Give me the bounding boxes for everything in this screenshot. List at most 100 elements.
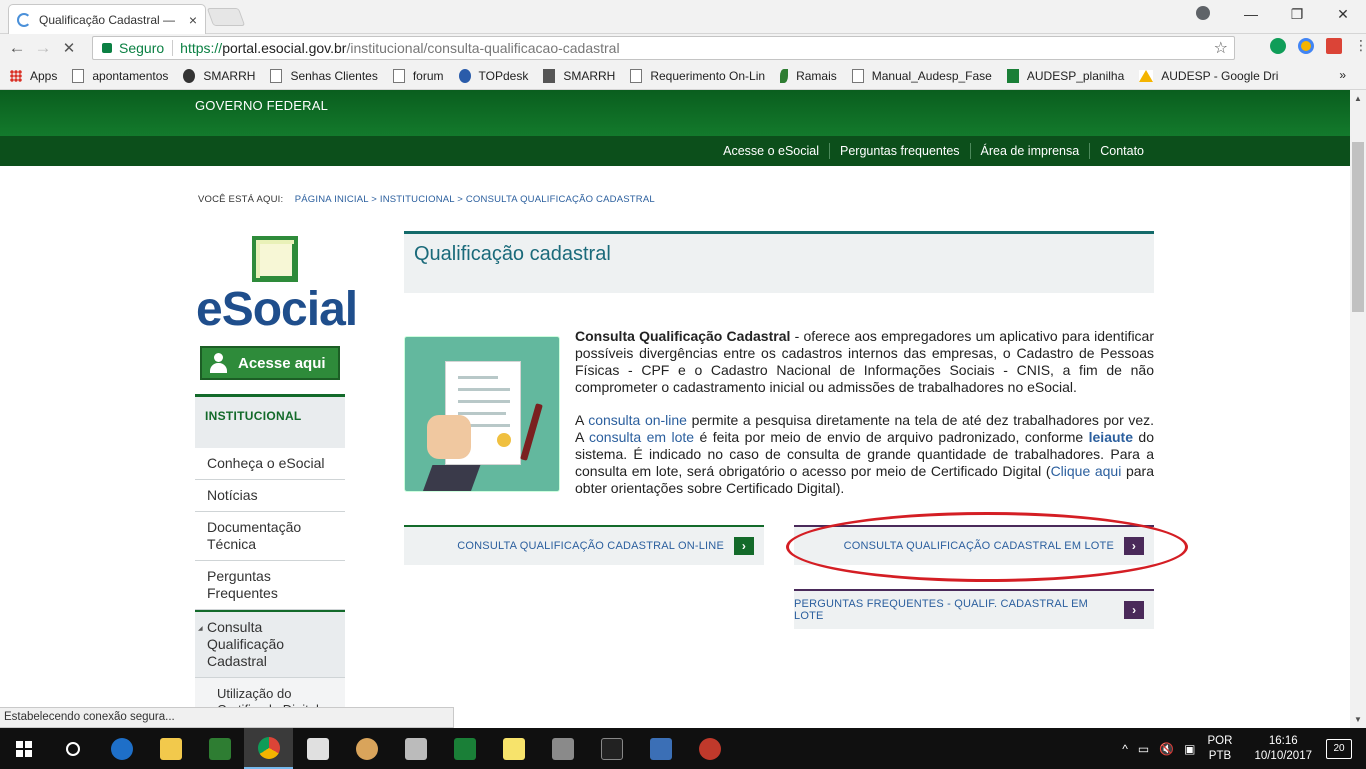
forward-button[interactable]: → bbox=[30, 38, 56, 58]
bookmark-label: Ramais bbox=[796, 68, 837, 83]
url-scheme: https:// bbox=[180, 40, 223, 56]
lang-line-1: POR bbox=[1207, 734, 1233, 747]
bookmark-item[interactable]: Requerimento On-Lin bbox=[630, 68, 766, 83]
nav-acesse-esocial[interactable]: Acesse o eSocial bbox=[713, 143, 829, 159]
tab-bar: Qualificação Cadastral — × — ❐ ✕ bbox=[0, 0, 1366, 34]
taskbar-search[interactable] bbox=[48, 728, 97, 769]
link-consulta-online[interactable]: consulta on-line bbox=[588, 412, 687, 428]
clock[interactable]: 16:16 10/10/2017 bbox=[1254, 734, 1312, 764]
notepad-icon bbox=[306, 737, 329, 760]
sidebar-item-noticias[interactable]: Notícias bbox=[195, 480, 345, 512]
extension-compass-icon[interactable] bbox=[1298, 38, 1314, 54]
battery-icon[interactable]: ▭ bbox=[1138, 742, 1149, 756]
bookmark-item[interactable]: Manual_Audesp_Fase bbox=[851, 68, 992, 83]
network-tray-icon[interactable]: ▣ bbox=[1184, 742, 1195, 756]
stop-loading-button[interactable]: ✕ bbox=[56, 39, 82, 57]
sidebar-item-perguntas[interactable]: Perguntas Frequentes bbox=[195, 561, 345, 610]
folder-icon bbox=[159, 737, 182, 760]
sidebar-item-consulta-qualificacao[interactable]: Consulta Qualificação Cadastral bbox=[195, 610, 345, 678]
taskbar-edge[interactable] bbox=[97, 728, 146, 769]
taskbar-tools[interactable] bbox=[538, 728, 587, 769]
bookmark-item[interactable]: SMARRH bbox=[183, 68, 255, 83]
taskbar-app-rocket[interactable] bbox=[685, 728, 734, 769]
acesse-aqui-button[interactable]: Acesse aqui bbox=[200, 346, 340, 380]
leaf-icon bbox=[780, 68, 789, 83]
esocial-logo[interactable]: eSocial bbox=[196, 236, 358, 336]
page-viewport: GOVERNO FEDERAL Acesse o eSocial Pergunt… bbox=[0, 90, 1350, 728]
tab-active[interactable]: Qualificação Cadastral — × bbox=[8, 4, 206, 34]
consulta-online-button[interactable]: CONSULTA QUALIFICAÇÃO CADASTRAL ON-LINE … bbox=[404, 525, 764, 565]
taskbar-network[interactable] bbox=[636, 728, 685, 769]
taskbar-paint[interactable] bbox=[342, 728, 391, 769]
bookmark-item[interactable]: TOPdesk bbox=[458, 68, 528, 83]
bookmark-item[interactable]: Ramais bbox=[780, 68, 837, 83]
taskbar-sheets[interactable] bbox=[440, 728, 489, 769]
bookmark-item[interactable]: Senhas Clientes bbox=[270, 68, 378, 83]
tray-chevron-icon[interactable]: ^ bbox=[1122, 742, 1128, 756]
perguntas-lote-button[interactable]: PERGUNTAS FREQUENTES - QUALIF. CADASTRAL… bbox=[794, 589, 1154, 629]
bookmark-item[interactable]: apontamentos bbox=[72, 68, 168, 83]
bookmark-label: Requerimento On-Lin bbox=[650, 68, 766, 83]
scroll-thumb[interactable] bbox=[1352, 142, 1364, 312]
notification-center-icon[interactable]: 20 bbox=[1326, 738, 1352, 759]
scroll-up-icon[interactable]: ▲ bbox=[1350, 94, 1366, 103]
close-window-button[interactable]: ✕ bbox=[1320, 6, 1366, 23]
taskbar-cmd[interactable] bbox=[587, 728, 636, 769]
link-consulta-lote[interactable]: consulta em lote bbox=[589, 429, 694, 445]
bookmark-item[interactable]: SMARRH bbox=[543, 68, 615, 83]
taskbar-notepad[interactable] bbox=[293, 728, 342, 769]
back-button[interactable]: ← bbox=[4, 38, 30, 58]
tab-title: Qualificação Cadastral — bbox=[39, 12, 176, 27]
scroll-down-icon[interactable]: ▼ bbox=[1350, 715, 1366, 724]
breadcrumb-prefix: VOCÊ ESTÁ AQUI: bbox=[198, 194, 284, 205]
maximize-button[interactable]: ❐ bbox=[1274, 6, 1320, 23]
bookmark-label: AUDESP_planilha bbox=[1026, 68, 1125, 83]
bookmark-item[interactable]: AUDESP_planilha bbox=[1006, 68, 1125, 83]
nav-contato[interactable]: Contato bbox=[1089, 143, 1154, 159]
page-icon bbox=[630, 68, 643, 83]
nav-perguntas-frequentes[interactable]: Perguntas frequentes bbox=[829, 143, 970, 159]
volume-muted-icon[interactable]: 🔇 bbox=[1159, 742, 1174, 756]
link-leiaute[interactable]: leiaute bbox=[1089, 429, 1133, 445]
address-bar[interactable]: Seguro https://portal.esocial.gov.br/ins… bbox=[92, 36, 1235, 60]
tab-close-icon[interactable]: × bbox=[189, 12, 197, 28]
taskbar-chrome[interactable] bbox=[244, 728, 293, 769]
tools-icon bbox=[551, 737, 574, 760]
page-icon bbox=[72, 68, 85, 83]
bookmark-star-icon[interactable]: ☆ bbox=[1214, 38, 1228, 58]
paragraph-2: A consulta on-line permite a pesquisa di… bbox=[575, 412, 1154, 497]
bookmark-item[interactable]: AUDESP - Google Dri bbox=[1139, 69, 1278, 83]
system-tray: ^ ▭ 🔇 ▣ POR PTB 16:16 10/10/2017 20 bbox=[1122, 728, 1366, 769]
link-clique-aqui[interactable]: Clique aqui bbox=[1051, 463, 1122, 479]
minimize-button[interactable]: — bbox=[1228, 6, 1274, 22]
chrome-icon bbox=[257, 736, 280, 759]
bookmark-item[interactable]: Apps bbox=[10, 69, 57, 83]
arrow-right-icon: › bbox=[1124, 601, 1144, 619]
bookmarks-more-icon[interactable]: » bbox=[1339, 68, 1346, 82]
top-nav: Acesse o eSocial Perguntas frequentes Ár… bbox=[0, 136, 1350, 166]
pen-icon bbox=[520, 403, 543, 461]
extension-green-icon[interactable] bbox=[1270, 38, 1286, 54]
extension-todo-icon[interactable] bbox=[1326, 38, 1342, 54]
logo-square-inner-icon bbox=[260, 244, 296, 280]
menu-kebab-icon[interactable]: ⋮ bbox=[1354, 38, 1366, 54]
paint-icon bbox=[355, 737, 378, 760]
taskbar-explorer[interactable] bbox=[146, 728, 195, 769]
sidebar-item-conheca[interactable]: Conheça o eSocial bbox=[195, 448, 345, 480]
terminal-icon bbox=[600, 737, 623, 760]
taskbar-calculator[interactable] bbox=[391, 728, 440, 769]
new-tab-button[interactable] bbox=[206, 8, 246, 26]
bookmark-item[interactable]: forum bbox=[392, 68, 444, 83]
nav-area-imprensa[interactable]: Área de imprensa bbox=[969, 143, 1090, 159]
drive-icon bbox=[1139, 69, 1154, 82]
breadcrumb-trail[interactable]: PÁGINA INICIAL > INSTITUCIONAL > CONSULT… bbox=[295, 194, 655, 205]
start-button[interactable] bbox=[0, 728, 48, 769]
page-scrollbar[interactable]: ▲ ▼ bbox=[1350, 90, 1366, 728]
taskbar-app-s[interactable] bbox=[195, 728, 244, 769]
language-indicator[interactable]: POR PTB bbox=[1208, 734, 1233, 764]
sidebar-item-documentacao[interactable]: Documentação Técnica bbox=[195, 512, 345, 561]
profile-icon[interactable] bbox=[1196, 6, 1210, 20]
taskbar-sticky-notes[interactable] bbox=[489, 728, 538, 769]
description-text: Consulta Qualificação Cadastral - oferec… bbox=[575, 328, 1154, 513]
bookmark-label: Manual_Audesp_Fase bbox=[871, 68, 992, 83]
